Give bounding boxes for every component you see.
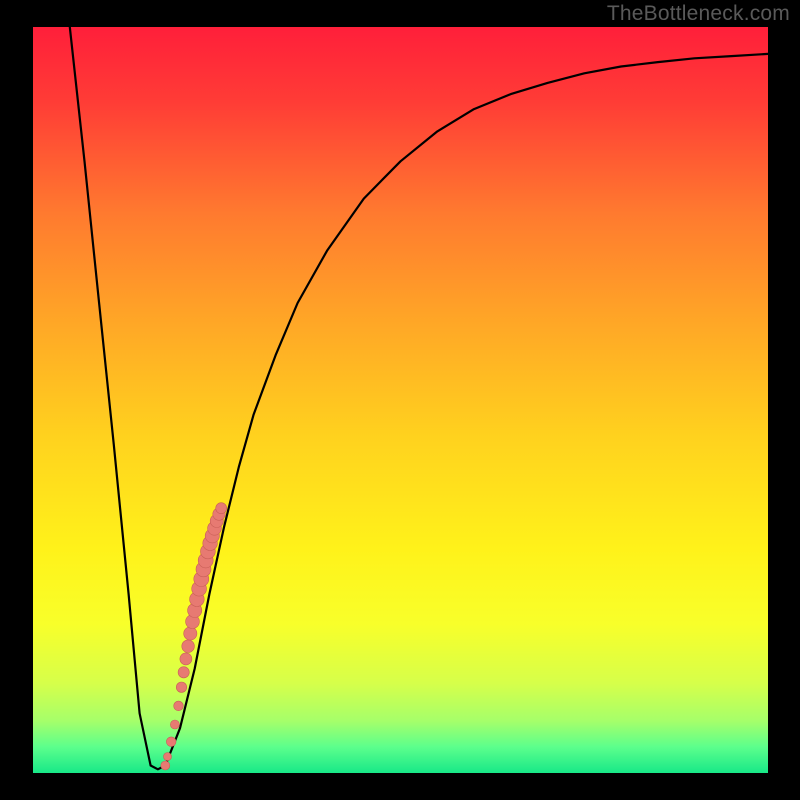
chart-stage: TheBottleneck.com [0, 0, 800, 800]
highlight-dot [164, 753, 172, 761]
highlight-dot [161, 761, 170, 770]
highlight-dot [184, 627, 197, 640]
bottleneck-chart-svg [0, 0, 800, 800]
highlight-dot [180, 653, 192, 665]
frame-right [768, 0, 800, 800]
highlight-dot [216, 503, 227, 514]
highlight-dot [166, 737, 176, 747]
highlight-dot [178, 667, 189, 678]
plot-background [33, 27, 768, 773]
frame-left [0, 0, 33, 800]
watermark-text: TheBottleneck.com [607, 2, 790, 26]
frame-bottom [0, 773, 800, 800]
highlight-dot [176, 682, 186, 692]
highlight-dot [174, 701, 184, 711]
highlight-dot [170, 720, 179, 729]
highlight-dot [182, 640, 195, 653]
